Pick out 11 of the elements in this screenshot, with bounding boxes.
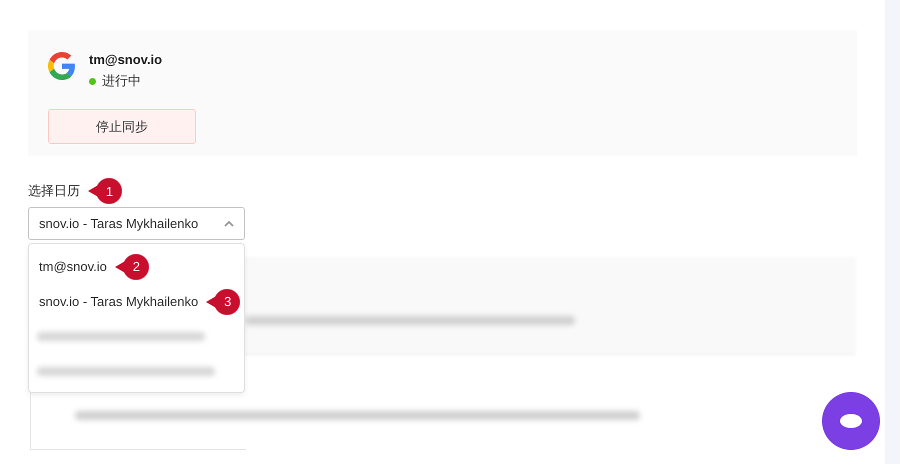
google-icon [48, 52, 76, 80]
dropdown-option[interactable]: tm@snov.io [39, 259, 107, 274]
callout-badge: 1 [88, 178, 122, 204]
status-text: 进行中 [102, 72, 141, 90]
callout-badge: 3 [206, 288, 240, 314]
field-label: 选择日历 [28, 182, 80, 200]
stop-sync-button[interactable]: 停止同步 [48, 109, 196, 144]
callout-badge: 2 [114, 254, 149, 280]
dropdown-option[interactable]: snov.io - Taras Mykhailenko [39, 294, 198, 309]
calendar-select[interactable]: snov.io - Taras Mykhailenko [28, 207, 245, 240]
account-email: tm@snov.io [89, 52, 162, 67]
